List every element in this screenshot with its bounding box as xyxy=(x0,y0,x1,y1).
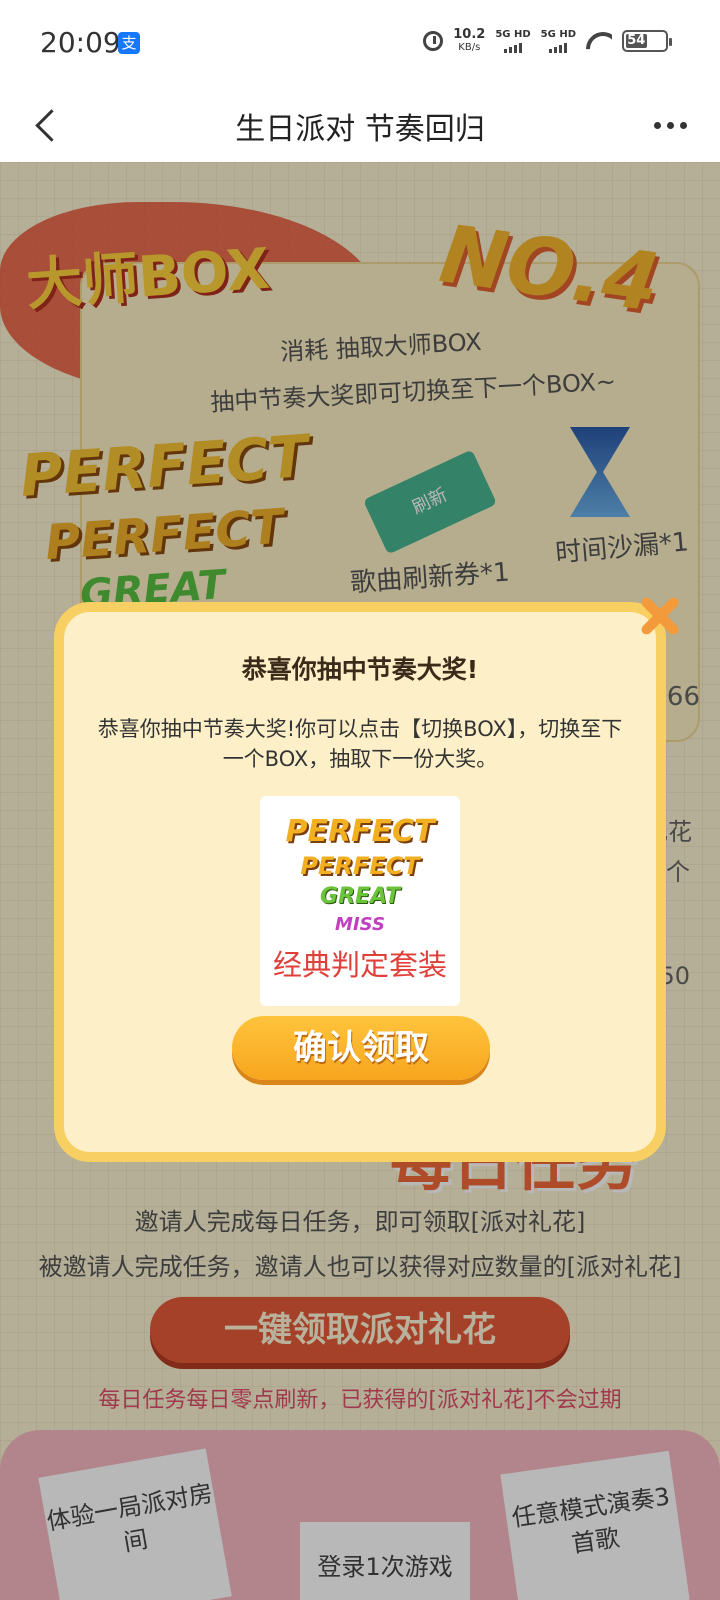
prize-perfect-text: PERFECT xyxy=(285,814,435,849)
alarm-icon xyxy=(423,31,444,51)
dialog-title: 恭喜你抽中节奏大奖! xyxy=(241,655,479,684)
alipay-icon: 支 xyxy=(118,32,140,54)
prize-miss-text: MISS xyxy=(335,914,385,935)
status-icons: 10.2 KB/s 5G HD 5G HD 54 xyxy=(423,28,672,54)
nav-bar: 生日派对 节奏回归 xyxy=(0,88,720,162)
battery-level: 54 xyxy=(626,33,647,48)
status-time: 20:09 xyxy=(40,26,121,59)
prize-name: 经典判定套装 xyxy=(272,948,447,982)
prize-perfect-text-2: PERFECT xyxy=(300,852,420,880)
signal-icon-sim2: 5G HD xyxy=(540,28,576,53)
network-speed: 10.2 KB/s xyxy=(453,28,485,54)
sim1-label: 5G HD xyxy=(495,28,531,40)
dialog-message: 恭喜你抽中节奏大奖!你可以点击【切换BOX】，切换至下一个BOX，抽取下一份大奖… xyxy=(97,717,623,771)
sim2-label: 5G HD xyxy=(540,28,576,40)
more-options-icon[interactable] xyxy=(650,110,690,140)
signal-icon-sim1: 5G HD xyxy=(495,28,531,53)
close-icon[interactable] xyxy=(632,588,688,644)
prize-image: PERFECT PERFECT GREAT MISS 经典判定套装 xyxy=(260,796,460,1006)
status-bar: 20:09 支 10.2 KB/s 5G HD 5G HD 54 xyxy=(0,0,720,88)
netspeed-unit: KB/s xyxy=(458,42,481,53)
page-title: 生日派对 节奏回归 xyxy=(235,112,485,147)
prize-great-text: GREAT xyxy=(320,884,400,909)
confirm-claim-button[interactable]: 确认领取 xyxy=(232,1016,490,1080)
wifi-icon xyxy=(586,32,612,50)
prize-dialog: 恭喜你抽中节奏大奖! 恭喜你抽中节奏大奖!你可以点击【切换BOX】，切换至下一个… xyxy=(54,602,666,1162)
netspeed-value: 10.2 xyxy=(453,27,486,42)
battery-icon: 54 xyxy=(622,30,672,52)
